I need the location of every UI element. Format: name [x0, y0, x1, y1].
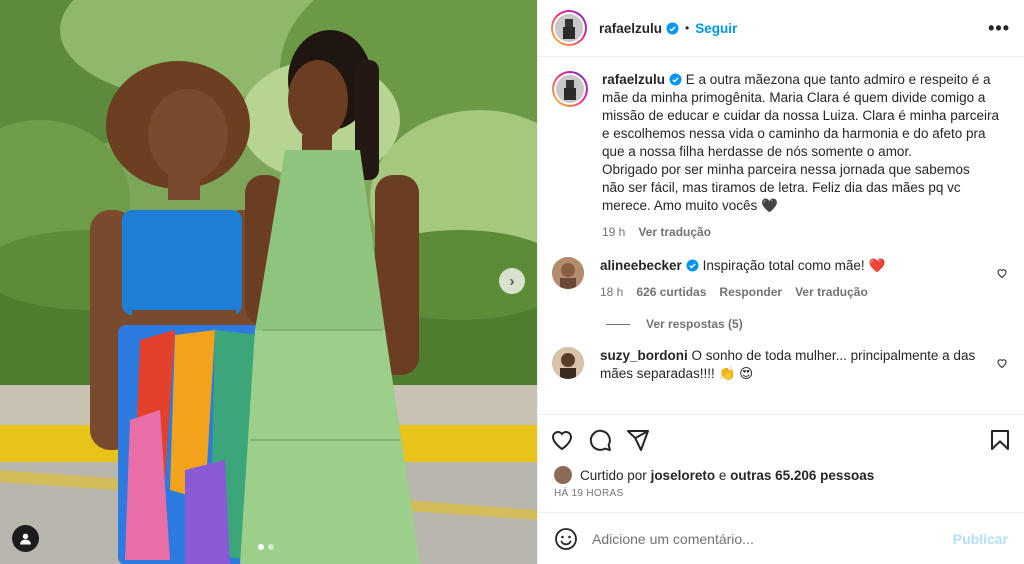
caption-avatar[interactable] — [552, 71, 588, 107]
comment-text: Inspiração total como mãe! — [702, 258, 865, 273]
caption-line: Obrigado por ser minha parceira nessa jo… — [602, 162, 970, 177]
likes-summary: Curtido por joseloreto e outras 65.206 p… — [538, 464, 1024, 486]
likes-prefix: Curtido por — [580, 467, 647, 483]
post-header: rafaelzulu • Seguir ••• — [538, 0, 1024, 57]
post-timestamp[interactable]: HÁ 19 HORAS — [538, 486, 1024, 506]
clap-emoji: 👏 😍 — [718, 366, 754, 381]
reply-button[interactable]: Responder — [719, 283, 782, 301]
comment-likes-count[interactable]: 626 curtidas — [636, 283, 706, 301]
comment-translate-link[interactable]: Ver tradução — [795, 283, 868, 301]
verified-icon — [666, 22, 679, 35]
comment-username[interactable]: alineebecker — [600, 258, 682, 273]
share-icon[interactable] — [626, 428, 650, 452]
caption-time[interactable]: 19 h — [602, 223, 625, 241]
view-replies-label: Ver respostas (5) — [646, 317, 743, 331]
photo-scene — [0, 0, 537, 564]
save-icon[interactable] — [988, 428, 1012, 452]
view-replies-button[interactable]: Ver respostas (5) — [606, 317, 1008, 331]
comment-like-heart-icon[interactable] — [996, 267, 1008, 279]
comment-body: alineebecker Inspiração total como mãe! … — [600, 257, 980, 301]
caption-username[interactable]: rafaelzulu — [602, 72, 665, 87]
verified-icon — [686, 259, 699, 272]
separator-dot: • — [685, 21, 690, 35]
user-tag-icon — [20, 533, 31, 545]
replies-line — [606, 323, 630, 325]
caption-translate-link[interactable]: Ver tradução — [638, 223, 711, 241]
caption-line: E a outra mãezona que tanto admiro e res… — [685, 72, 991, 87]
user-tags-button[interactable] — [12, 525, 39, 552]
liker-username[interactable]: joseloreto — [651, 468, 716, 483]
comments-section: rafaelzulu E a outra mãezona que tanto a… — [538, 57, 1024, 414]
post-actions-bar — [538, 414, 1024, 464]
verified-icon — [669, 73, 682, 86]
comment-like-heart-icon[interactable] — [996, 357, 1008, 369]
heart-icon[interactable] — [550, 428, 574, 452]
likes-others-link[interactable]: outras 65.206 pessoas — [730, 468, 874, 483]
author-avatar[interactable] — [551, 10, 587, 46]
black-heart-emoji: 🖤 — [761, 198, 778, 213]
comment-avatar[interactable] — [552, 347, 584, 379]
comment-body: suzy_bordoni O sonho de toda mulher... p… — [600, 347, 980, 383]
comment-text: O sonho de toda mulher... principalmente… — [691, 348, 976, 363]
carousel-next-button[interactable]: › — [499, 268, 525, 294]
caption-line: não ser fácil, mas tiramos de letra. Fel… — [602, 180, 961, 195]
instagram-post-modal: › rafaelzulu • Seguir ••• rafaelzulu E a… — [0, 0, 1024, 564]
comment-item: alineebecker Inspiração total como mãe! … — [552, 257, 1008, 301]
add-comment-bar: Publicar — [538, 512, 1024, 564]
comment-icon[interactable] — [588, 428, 612, 452]
emoji-icon[interactable] — [554, 527, 578, 551]
post-caption: rafaelzulu E a outra mãezona que tanto a… — [552, 71, 1008, 241]
author-username[interactable]: rafaelzulu — [599, 21, 662, 36]
more-options-icon[interactable]: ••• — [988, 18, 1010, 39]
carousel-dot — [258, 544, 264, 550]
post-photo[interactable]: › — [0, 0, 537, 564]
comment-username[interactable]: suzy_bordoni — [600, 348, 688, 363]
likes-conj: e — [718, 467, 727, 483]
comment-time[interactable]: 18 h — [600, 283, 623, 301]
caption-meta: 19 h Ver tradução — [602, 223, 999, 241]
caption-line: merece. Amo muito vocês — [602, 198, 758, 213]
comment-text: mães separadas!!!! — [600, 366, 715, 381]
liker-avatar[interactable] — [554, 466, 572, 484]
caption-line: que a nossa filha herdasse de nós soment… — [602, 144, 912, 159]
publish-button[interactable]: Publicar — [953, 531, 1008, 547]
carousel-indicator — [258, 544, 274, 550]
comment-avatar[interactable] — [552, 257, 584, 289]
comment-input[interactable] — [592, 530, 953, 547]
red-heart-emoji: ❤️ — [868, 258, 886, 273]
caption-body: rafaelzulu E a outra mãezona que tanto a… — [602, 71, 999, 241]
carousel-dot — [268, 544, 274, 550]
caption-line: mãe da minha primogênita. Maria Clara é … — [602, 90, 986, 105]
caption-line: missão de educar e cuidar da nossa Luiza… — [602, 108, 999, 123]
caption-line: e escolhemos nessa vida o caminho da har… — [602, 126, 986, 141]
comment-meta: 18 h 626 curtidas Responder Ver tradução — [600, 283, 980, 301]
post-side-panel: rafaelzulu • Seguir ••• rafaelzulu E a o… — [537, 0, 1024, 564]
follow-button[interactable]: Seguir — [695, 21, 737, 36]
comment-item: suzy_bordoni O sonho de toda mulher... p… — [552, 347, 1008, 383]
chevron-right-icon: › — [509, 272, 515, 290]
